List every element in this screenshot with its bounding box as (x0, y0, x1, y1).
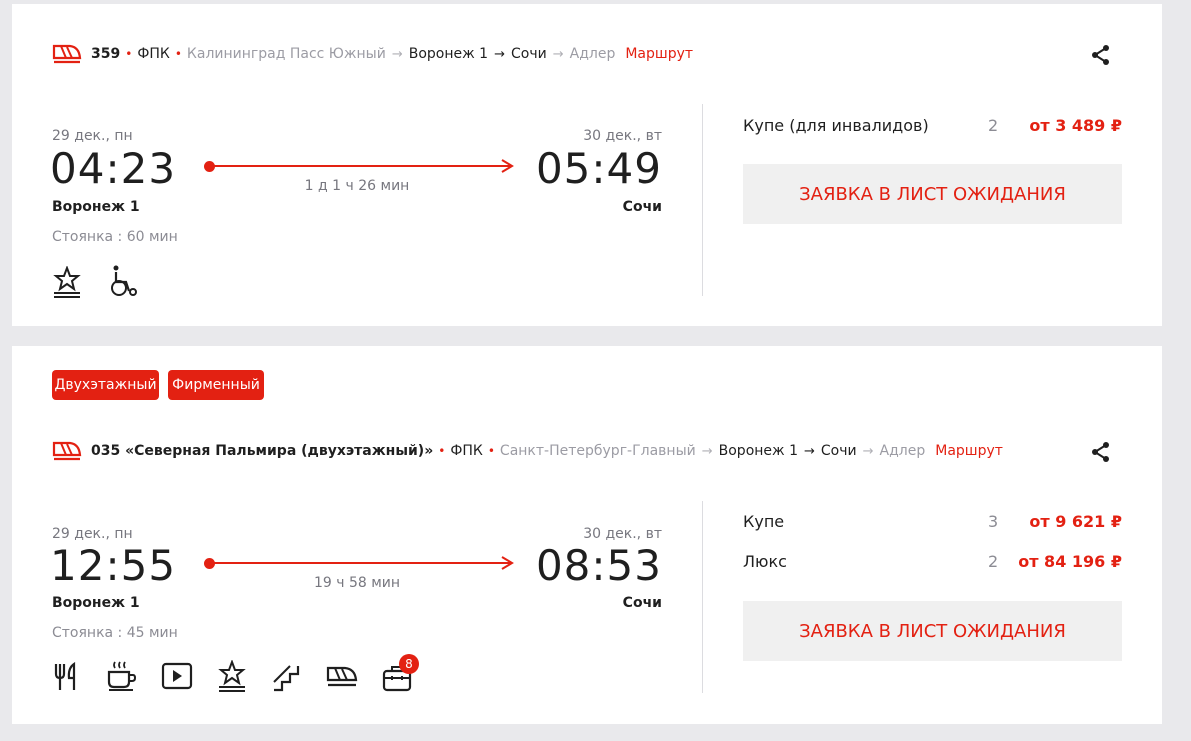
departure-date: 29 дек., пн (52, 526, 133, 542)
separator-dot: • (174, 47, 182, 61)
route-origin: Калининград Пасс Южный (186, 46, 386, 62)
trip-duration: 19 ч 58 мин (313, 575, 401, 591)
arrow-icon: → (494, 46, 505, 62)
train-card: Двухэтажный Фирменный 035 «Северная Паль… (12, 346, 1162, 724)
route-final: Адлер (879, 443, 926, 459)
arrival-station: Сочи (622, 199, 662, 215)
class-price[interactable]: от 3 489 ₽ (982, 116, 1122, 135)
route-from: Воронеж 1 (718, 443, 798, 459)
train-icon (52, 44, 82, 64)
class-name: Купе (743, 512, 785, 531)
arrival-station: Сочи (622, 595, 662, 611)
share-icon[interactable] (1090, 441, 1112, 463)
arrow-icon: → (391, 46, 403, 62)
share-icon[interactable] (1090, 44, 1112, 66)
arrival-date: 30 дек., вт (583, 128, 662, 144)
train-card: 359 • ФПК • Калининград Пасс Южный → Вор… (12, 4, 1162, 326)
departure-station: Воронеж 1 (52, 199, 140, 215)
carrier: ФПК (450, 443, 483, 459)
arrow-icon: → (701, 443, 713, 459)
arrow-icon: → (862, 443, 874, 459)
class-name: Люкс (743, 552, 787, 571)
badge-double-decker: Двухэтажный (52, 370, 159, 400)
train-number: 359 (91, 46, 121, 62)
arrow-head-icon (501, 556, 514, 570)
train-route: 359 • ФПК • Калининград Пасс Южный → Вор… (91, 46, 693, 62)
arrival-date: 30 дек., вт (583, 526, 662, 542)
arrow-head-icon (501, 159, 514, 173)
route-origin: Санкт-Петербург-Главный (499, 443, 696, 459)
restaurant-icon (54, 662, 76, 690)
trip-duration: 1 д 1 ч 26 мин (304, 178, 410, 194)
stop-duration: Стоянка : 60 мин (52, 229, 178, 245)
route-arrow-line (212, 562, 510, 564)
route-link[interactable]: Маршрут (625, 46, 693, 62)
train-number: 035 «Северная Пальмира (двухэтажный)» (91, 443, 434, 459)
stairs-icon (273, 665, 300, 692)
badge-branded: Фирменный (168, 370, 264, 400)
stop-duration: Стоянка : 45 мин (52, 625, 178, 641)
arrow-icon: → (552, 46, 564, 62)
arrow-icon: → (804, 443, 815, 459)
train-route: 035 «Северная Пальмира (двухэтажный)» • … (91, 443, 1003, 459)
departure-time: 12:55 (50, 541, 177, 590)
departure-time: 04:23 (50, 144, 177, 193)
train-icon (52, 441, 82, 461)
vertical-divider (702, 501, 703, 693)
separator-dot: • (125, 47, 133, 61)
star-podium-icon (218, 660, 246, 692)
coffee-icon (107, 661, 137, 691)
carrier: ФПК (137, 46, 170, 62)
separator-dot: • (487, 444, 495, 458)
route-link[interactable]: Маршрут (935, 443, 1003, 459)
route-to: Сочи (820, 443, 857, 459)
waitlist-button[interactable]: ЗАЯВКА В ЛИСТ ОЖИДАНИЯ (743, 601, 1122, 661)
route-to: Сочи (511, 46, 547, 62)
class-price[interactable]: от 84 196 ₽ (982, 552, 1122, 571)
departure-station: Воронеж 1 (52, 595, 140, 611)
amenity-count-badge: 8 (399, 654, 419, 674)
star-podium-icon (53, 266, 81, 298)
route-from: Воронеж 1 (408, 46, 489, 62)
departure-date: 29 дек., пн (52, 128, 133, 144)
video-icon (161, 662, 193, 690)
waitlist-button[interactable]: ЗАЯВКА В ЛИСТ ОЖИДАНИЯ (743, 164, 1122, 224)
route-final: Адлер (569, 46, 616, 62)
class-price[interactable]: от 9 621 ₽ (982, 512, 1122, 531)
wheelchair-icon (111, 265, 137, 296)
route-arrow-line (212, 165, 510, 167)
class-name: Купе (для инвалидов) (743, 116, 929, 135)
vertical-divider (702, 104, 703, 296)
separator-dot: • (438, 444, 446, 458)
train-icon (326, 666, 358, 687)
